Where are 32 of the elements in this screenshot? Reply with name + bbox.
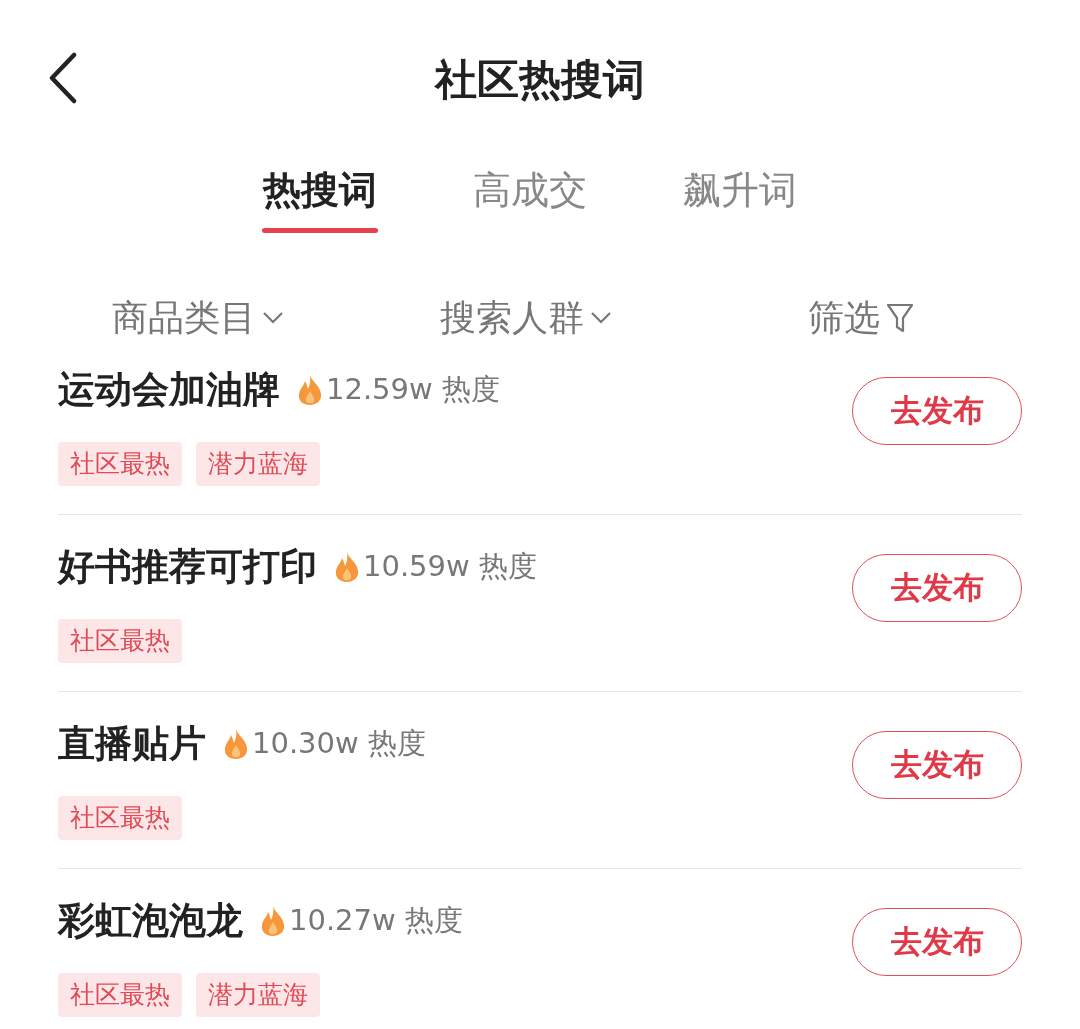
keyword-title: 直播贴片 [58, 721, 206, 767]
tag: 潜力蓝海 [196, 973, 320, 1017]
keyword-title: 运动会加油牌 [58, 367, 280, 413]
chevron-down-icon [590, 311, 612, 325]
tab[interactable]: 高成交 [472, 160, 588, 240]
chevron-down-icon [262, 311, 284, 325]
filter-dropdown[interactable]: 搜索人群 [440, 298, 808, 338]
tab[interactable]: 飙升词 [682, 160, 798, 240]
filter-button[interactable]: 筛选 [808, 298, 914, 338]
publish-button[interactable]: 去发布 [852, 730, 1022, 799]
publish-button[interactable]: 去发布 [852, 376, 1022, 445]
page-title: 社区热搜词 [435, 54, 645, 106]
heat-value: 10.59w 热度 [363, 548, 537, 585]
filter-dropdown[interactable]: 商品类目 [112, 298, 440, 338]
heat-value: 12.59w 热度 [326, 371, 500, 408]
flame-icon [222, 728, 250, 760]
tag: 社区最热 [58, 796, 182, 840]
keyword-title: 彩虹泡泡龙 [58, 898, 243, 944]
flame-icon [333, 551, 361, 583]
tag: 潜力蓝海 [196, 442, 320, 486]
keyword-title: 好书推荐可打印 [58, 544, 317, 590]
funnel-icon [886, 302, 914, 334]
publish-button[interactable]: 去发布 [852, 907, 1022, 976]
tag: 社区最热 [58, 442, 182, 486]
tab[interactable]: 热搜词 [262, 160, 378, 240]
publish-button[interactable]: 去发布 [852, 553, 1022, 622]
heat-value: 10.27w 热度 [289, 902, 463, 939]
flame-icon [259, 905, 287, 937]
flame-icon [296, 374, 324, 406]
heat-value: 10.30w 热度 [252, 725, 426, 762]
tag: 社区最热 [58, 973, 182, 1017]
tag: 社区最热 [58, 619, 182, 663]
